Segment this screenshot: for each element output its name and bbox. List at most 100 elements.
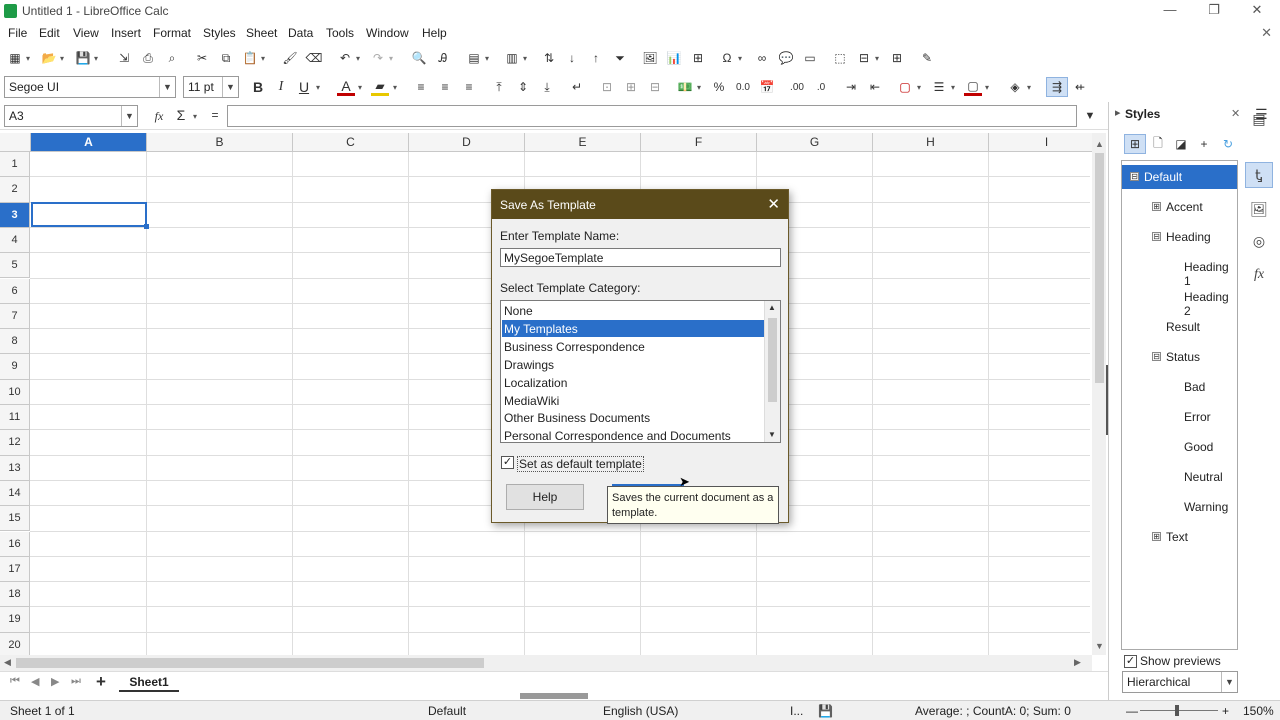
- row-header-11[interactable]: 11: [0, 405, 30, 431]
- style-item-text[interactable]: Text: [1166, 530, 1188, 544]
- restore-button[interactable]: ❐: [1199, 2, 1229, 20]
- zoom-slider-handle[interactable]: [1175, 705, 1179, 716]
- menu-data[interactable]: Data: [288, 26, 313, 40]
- row-header-13[interactable]: 13: [0, 455, 30, 481]
- default-template-checkbox[interactable]: ✓: [501, 456, 514, 469]
- wrap-text-icon[interactable]: ↵: [568, 78, 586, 96]
- category-option[interactable]: None: [502, 302, 765, 319]
- close-icon[interactable]: ✕: [767, 195, 780, 213]
- style-item-heading-1[interactable]: Heading 1: [1184, 260, 1237, 288]
- text-direction-ltr-icon[interactable]: ⇶: [1046, 77, 1068, 97]
- sort-ascending-icon[interactable]: ↓: [563, 49, 581, 67]
- split-window-icon[interactable]: ⊞: [888, 49, 906, 67]
- align-top-icon[interactable]: ⤒: [490, 78, 508, 96]
- date-format-icon[interactable]: 📅: [758, 78, 776, 96]
- unmerge-cells-icon[interactable]: ⊟: [646, 78, 664, 96]
- copy-icon[interactable]: ⧉: [217, 49, 235, 67]
- category-option[interactable]: Business Correspondence: [502, 338, 765, 355]
- template-category-list[interactable]: None My Templates Business Correspondence D…: [500, 300, 781, 443]
- menu-edit[interactable]: Edit: [39, 26, 60, 40]
- row-header-9[interactable]: 9: [0, 354, 30, 380]
- functions-deck-icon[interactable]: fx: [1245, 262, 1273, 288]
- open-icon[interactable]: 📂: [40, 49, 58, 67]
- find-replace-icon[interactable]: 🔍: [410, 49, 428, 67]
- zoom-slider[interactable]: [1140, 710, 1218, 711]
- row-header-19[interactable]: 19: [0, 607, 30, 633]
- currency-dropdown-icon[interactable]: ▾: [697, 78, 705, 96]
- hscroll-thumb[interactable]: [16, 658, 484, 668]
- styles-deck-icon[interactable]: Ꮏ: [1245, 162, 1273, 188]
- active-cell-cursor[interactable]: [31, 202, 149, 229]
- close-document-icon[interactable]: ✕: [1261, 25, 1272, 41]
- column-header-f[interactable]: F: [641, 133, 757, 152]
- comment-icon[interactable]: 💬: [777, 49, 795, 67]
- new-icon[interactable]: ▦: [6, 49, 24, 67]
- borders-icon[interactable]: ▢: [896, 78, 914, 96]
- pivot-table-icon[interactable]: ⊞: [689, 49, 707, 67]
- tree-toggle-icon[interactable]: ⊟: [1152, 352, 1161, 361]
- category-option[interactable]: Localization: [502, 374, 765, 391]
- selection-mode[interactable]: I...: [790, 704, 803, 718]
- font-color-dropdown-icon[interactable]: ▾: [358, 78, 366, 96]
- merge-center-icon[interactable]: ⊡: [598, 78, 616, 96]
- column-icon[interactable]: ▥: [503, 49, 521, 67]
- row-header-7[interactable]: 7: [0, 303, 30, 330]
- text-direction-rtl-icon[interactable]: ⇷: [1071, 78, 1089, 96]
- expand-formula-icon[interactable]: ▼: [1081, 107, 1099, 125]
- row-header-1[interactable]: 1: [0, 152, 30, 178]
- chevron-down-icon[interactable]: ▼: [1221, 672, 1237, 692]
- row-header-17[interactable]: 17: [0, 556, 30, 583]
- tab-resize-handle[interactable]: [520, 693, 588, 699]
- insert-chart-icon[interactable]: 📊: [665, 49, 683, 67]
- row-dropdown-icon[interactable]: ▾: [485, 49, 493, 67]
- row-header-14[interactable]: 14: [0, 480, 30, 507]
- language-status[interactable]: English (USA): [603, 704, 678, 718]
- zoom-out-icon[interactable]: —: [1126, 704, 1138, 718]
- redo-icon[interactable]: ↷: [369, 49, 387, 67]
- vertical-scrollbar[interactable]: ▲ ▼: [1092, 133, 1106, 655]
- font-color-icon[interactable]: A: [337, 78, 355, 96]
- decrease-indent-icon[interactable]: ⇤: [866, 78, 884, 96]
- menu-file[interactable]: File: [8, 26, 27, 40]
- hyperlink-icon[interactable]: ∞: [753, 49, 771, 67]
- percent-format-icon[interactable]: %: [710, 78, 728, 96]
- close-sidebar-icon[interactable]: ✕: [1231, 107, 1240, 120]
- border-color-dropdown-icon[interactable]: ▾: [985, 78, 993, 96]
- align-bottom-icon[interactable]: ⤓: [538, 78, 556, 96]
- row-header-12[interactable]: 12: [0, 430, 30, 456]
- undo-icon[interactable]: ↶: [336, 49, 354, 67]
- align-center-icon[interactable]: ≡: [436, 78, 454, 96]
- column-dropdown-icon[interactable]: ▾: [523, 49, 531, 67]
- sheet-tab-sheet1[interactable]: Sheet1: [119, 672, 179, 692]
- styles-tree[interactable]: ⊟ Default ⊞ Accent ⊟ Heading Heading 1 Heading …: [1121, 160, 1238, 650]
- row-header-2[interactable]: 2: [0, 177, 30, 203]
- menu-sheet[interactable]: Sheet: [246, 26, 277, 40]
- zoom-level[interactable]: 150%: [1243, 704, 1274, 718]
- category-option[interactable]: Drawings: [502, 356, 765, 373]
- redo-dropdown-icon[interactable]: ▾: [389, 49, 397, 67]
- row-header-16[interactable]: 16: [0, 531, 30, 557]
- undo-dropdown-icon[interactable]: ▾: [356, 49, 364, 67]
- add-sheet-icon[interactable]: +: [96, 672, 106, 692]
- category-option[interactable]: My Templates: [502, 319, 765, 337]
- style-item-good[interactable]: Good: [1184, 440, 1213, 454]
- save-icon[interactable]: 💾: [74, 49, 92, 67]
- draw-functions-icon[interactable]: ✎: [918, 49, 936, 67]
- template-name-input[interactable]: [500, 248, 781, 267]
- style-item-default[interactable]: Default: [1144, 170, 1182, 184]
- category-option[interactable]: Personal Correspondence and Documents: [502, 427, 765, 442]
- category-scroll-thumb[interactable]: [768, 318, 777, 402]
- zoom-in-icon[interactable]: +: [1222, 704, 1229, 718]
- previous-sheet-icon[interactable]: ◀: [31, 675, 39, 688]
- print-preview-icon[interactable]: ⌕: [163, 49, 181, 67]
- clone-formatting-icon[interactable]: 🖌: [281, 49, 299, 67]
- font-size-combo[interactable]: 11 pt ▼: [183, 76, 239, 98]
- border-style-icon[interactable]: ☰: [930, 78, 948, 96]
- sidebar-collapse-icon[interactable]: ▸: [1115, 106, 1121, 119]
- close-window-button[interactable]: ✕: [1242, 2, 1272, 20]
- menu-format[interactable]: Format: [153, 26, 191, 40]
- minimize-button[interactable]: —: [1155, 2, 1185, 20]
- menu-help[interactable]: Help: [422, 26, 447, 40]
- style-item-heading-2[interactable]: Heading 2: [1184, 290, 1237, 318]
- highlight-dropdown-icon[interactable]: ▾: [393, 78, 401, 96]
